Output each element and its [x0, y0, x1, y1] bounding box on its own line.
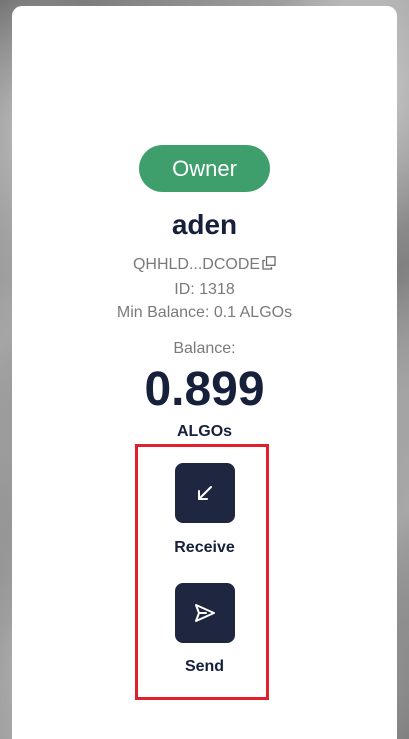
min-balance: Min Balance: 0.1 ALGOs: [116, 304, 293, 321]
send-label[interactable]: Send: [12, 657, 397, 677]
address-row[interactable]: QHHLD...DCODE: [12, 255, 397, 275]
owner-badge: Owner: [139, 145, 270, 192]
receive-button[interactable]: [175, 463, 235, 523]
copy-icon[interactable]: [262, 256, 276, 270]
paper-plane-icon: [195, 604, 215, 622]
balance-label: Balance:: [173, 340, 236, 357]
account-id: ID: 1318: [174, 281, 235, 298]
send-button[interactable]: [175, 583, 235, 643]
arrow-down-left-icon: [198, 486, 212, 500]
receive-label[interactable]: Receive: [12, 538, 397, 558]
account-address: QHHLD...DCODE: [132, 256, 261, 273]
balance-unit: ALGOs: [176, 423, 233, 440]
account-card: Owner aden QHHLD...DCODE ID: 1318 Min Ba…: [12, 6, 397, 739]
balance-value: 0.899: [144, 363, 265, 416]
account-name: aden: [171, 209, 238, 240]
